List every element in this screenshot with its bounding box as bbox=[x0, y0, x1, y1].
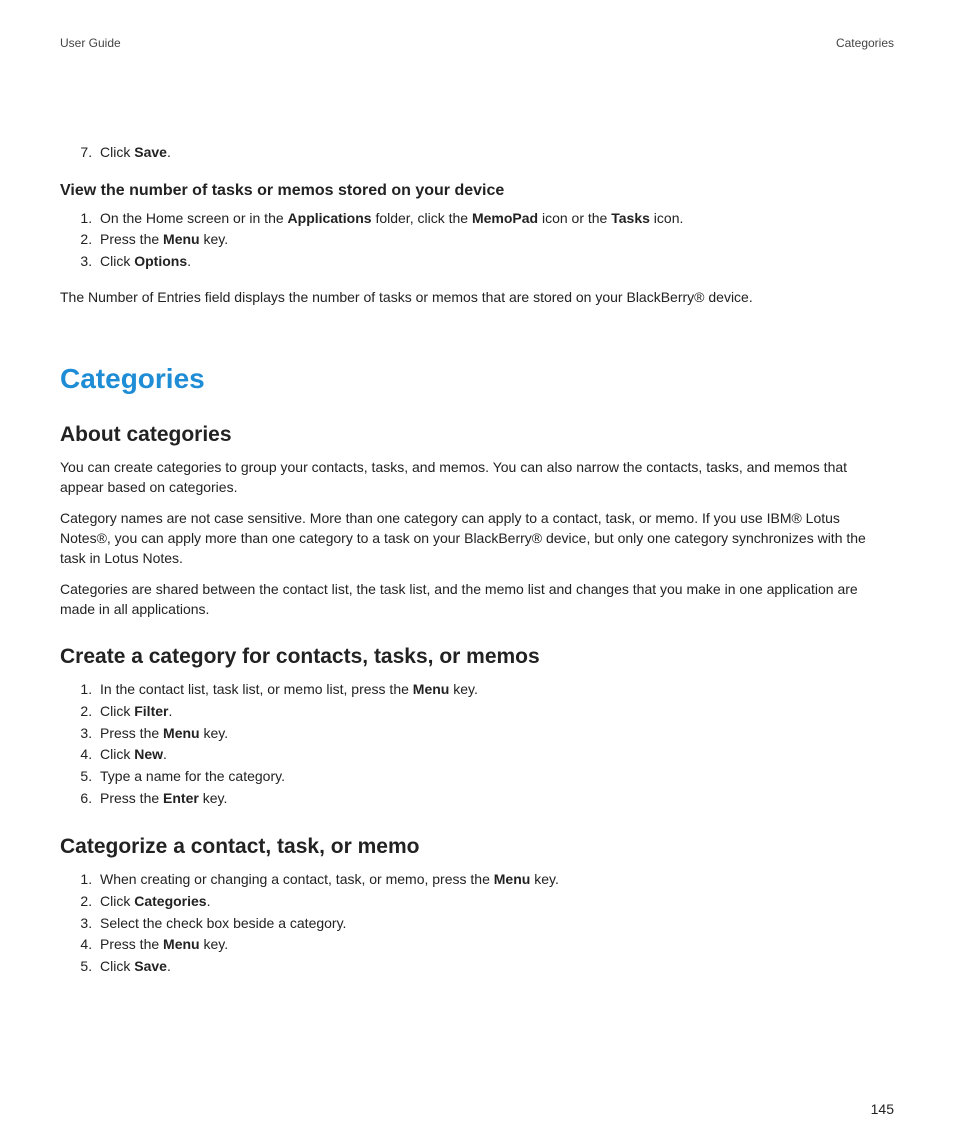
view-note: The Number of Entries field displays the… bbox=[60, 287, 894, 307]
page-number: 145 bbox=[871, 1101, 894, 1117]
body-paragraph: Categories are shared between the contac… bbox=[60, 579, 894, 620]
body-paragraph: Category names are not case sensitive. M… bbox=[60, 508, 894, 569]
section-title: Categories bbox=[60, 363, 894, 395]
page-header: User Guide Categories bbox=[60, 36, 894, 50]
bold-text: Save bbox=[134, 144, 167, 160]
step-item: Click Options. bbox=[96, 251, 894, 273]
body-paragraph: You can create categories to group your … bbox=[60, 457, 894, 498]
create-step-list: In the contact list, task list, or memo … bbox=[60, 679, 894, 809]
heading-about: About categories bbox=[60, 423, 894, 447]
heading-create: Create a category for contacts, tasks, o… bbox=[60, 645, 894, 669]
step-item: On the Home screen or in the Application… bbox=[96, 208, 894, 230]
bold-text: New bbox=[134, 746, 163, 762]
step-item: Press the Menu key. bbox=[96, 229, 894, 251]
step-item: Click Save. bbox=[96, 142, 894, 164]
step-item: Click New. bbox=[96, 744, 894, 766]
heading-categorize: Categorize a contact, task, or memo bbox=[60, 835, 894, 859]
page: User Guide Categories Click Save. View t… bbox=[0, 0, 954, 1145]
bold-text: Filter bbox=[134, 703, 168, 719]
categorize-step-list: When creating or changing a contact, tas… bbox=[60, 869, 894, 977]
bold-text: Menu bbox=[163, 936, 200, 952]
step-item: When creating or changing a contact, tas… bbox=[96, 869, 894, 891]
view-step-list: On the Home screen or in the Application… bbox=[60, 208, 894, 273]
bold-text: Menu bbox=[163, 231, 200, 247]
step-item: Press the Menu key. bbox=[96, 723, 894, 745]
bold-text: MemoPad bbox=[472, 210, 538, 226]
step-item: Click Filter. bbox=[96, 701, 894, 723]
header-left: User Guide bbox=[60, 36, 121, 50]
bold-text: Categories bbox=[134, 893, 206, 909]
step-item: Press the Menu key. bbox=[96, 934, 894, 956]
bold-text: Applications bbox=[288, 210, 372, 226]
subheading-view: View the number of tasks or memos stored… bbox=[60, 182, 894, 200]
about-paragraphs: You can create categories to group your … bbox=[60, 457, 894, 619]
bold-text: Menu bbox=[163, 725, 200, 741]
step-item: Click Save. bbox=[96, 956, 894, 978]
step-item: Type a name for the category. bbox=[96, 766, 894, 788]
continued-step-list: Click Save. bbox=[60, 142, 894, 164]
header-right: Categories bbox=[836, 36, 894, 50]
bold-text: Save bbox=[134, 958, 167, 974]
step-item: Select the check box beside a category. bbox=[96, 913, 894, 935]
bold-text: Tasks bbox=[611, 210, 650, 226]
bold-text: Enter bbox=[163, 790, 199, 806]
bold-text: Menu bbox=[494, 871, 531, 887]
bold-text: Menu bbox=[413, 681, 450, 697]
step-item: Click Categories. bbox=[96, 891, 894, 913]
step-item: Press the Enter key. bbox=[96, 788, 894, 810]
bold-text: Options bbox=[134, 253, 187, 269]
step-item: In the contact list, task list, or memo … bbox=[96, 679, 894, 701]
